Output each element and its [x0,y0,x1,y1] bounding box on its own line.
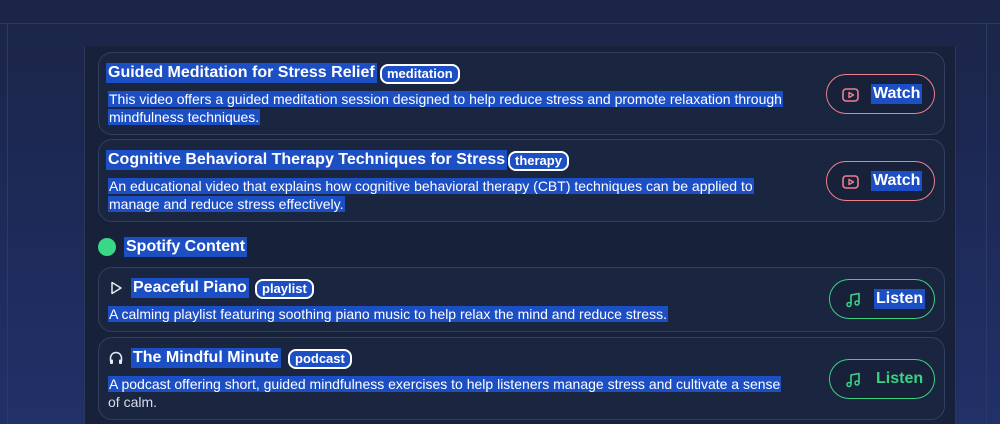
tag-badge: playlist [255,279,314,299]
audio-title: Peaceful Piano [131,278,249,298]
play-triangle-icon [111,281,122,295]
headphones-icon [109,351,123,364]
tag-badge: podcast [288,349,352,369]
music-note-icon [846,292,860,308]
top-bar [0,0,1000,24]
audio-description: A calming playlist featuring soothing pi… [108,306,668,322]
spotify-status-dot [98,238,116,256]
listen-button[interactable]: Listen [829,279,935,319]
video-title: Cognitive Behavioral Therapy Techniques … [106,150,508,170]
watch-button[interactable]: Watch [826,161,935,201]
video-card: Guided Meditation for Stress Relief medi… [98,52,945,135]
music-note-icon [846,372,860,388]
play-video-icon [842,88,859,102]
audio-description: A podcast offering short, guided mindful… [108,376,782,410]
listen-button-label: Listen [876,370,924,387]
video-description: This video offers a guided meditation se… [108,91,783,125]
video-description: An educational video that explains how c… [108,178,754,212]
play-video-icon [842,175,859,189]
audio-card: The Mindful Minute podcast A podcast off… [98,337,945,420]
section-title: Spotify Content [124,237,248,257]
tag-badge: meditation [380,64,460,84]
audio-card: Peaceful Piano playlist A calming playli… [98,267,945,332]
video-title: Guided Meditation for Stress Relief [106,63,377,83]
watch-button[interactable]: Watch [826,74,935,114]
watch-button-label: Watch [871,84,923,104]
audio-title: The Mindful Minute [131,348,281,368]
listen-button[interactable]: Listen [829,359,935,399]
watch-button-label: Watch [871,171,923,191]
video-card: Cognitive Behavioral Therapy Techniques … [98,139,945,222]
tag-badge: therapy [508,151,569,171]
listen-button-label: Listen [874,289,926,309]
